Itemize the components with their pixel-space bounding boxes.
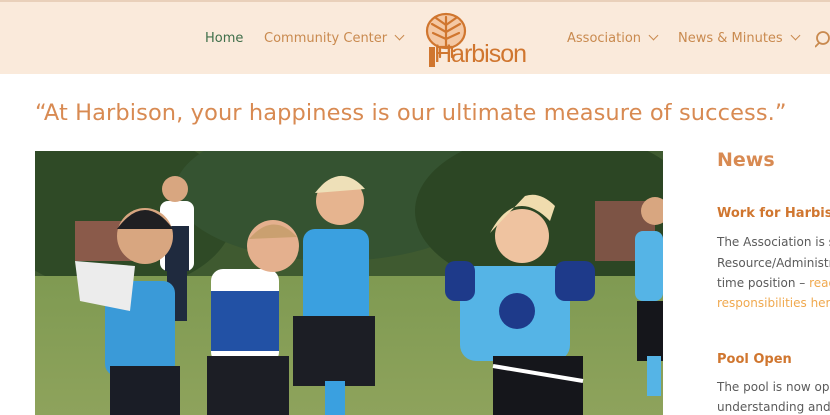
post-title-work[interactable]: Work for Harbis — [717, 206, 830, 221]
logo-text: Harbison — [434, 40, 527, 68]
search-icon[interactable] — [815, 30, 830, 48]
nav-community-center-label: Community Center — [264, 31, 388, 46]
site-logo[interactable]: Harbison — [420, 11, 544, 69]
news-heading: News — [717, 149, 775, 171]
nav-home[interactable]: Home — [205, 31, 243, 46]
chevron-down-icon — [648, 30, 659, 41]
post-excerpt-line: Resource/Administr — [717, 256, 830, 270]
post-excerpt-line: understanding and — [717, 400, 830, 414]
post-title-pool[interactable]: Pool Open — [717, 352, 792, 367]
post-excerpt-text: time position – — [717, 276, 810, 290]
read-more-link[interactable]: read — [809, 276, 830, 290]
hero-photo — [35, 151, 663, 415]
nav-community-center[interactable]: Community Center — [264, 30, 405, 46]
post-excerpt-line: time position – read — [717, 276, 830, 290]
nav-association-label: Association — [567, 31, 642, 46]
site-header: Home Community Center Harbison Associati… — [0, 0, 830, 74]
post-excerpt-line: The Association is s — [717, 235, 830, 249]
post-excerpt-line: responsibilities here — [717, 296, 830, 310]
chevron-down-icon — [790, 30, 801, 41]
responsibilities-link[interactable]: responsibilities here — [717, 296, 830, 310]
nav-association[interactable]: Association — [567, 30, 659, 46]
chevron-down-icon — [394, 30, 405, 41]
post-excerpt-line: The pool is now ope — [717, 380, 830, 394]
hero-quote: “At Harbison, your happiness is our ulti… — [35, 100, 787, 126]
nav-news-minutes[interactable]: News & Minutes — [678, 30, 801, 46]
nav-news-minutes-label: News & Minutes — [678, 31, 783, 46]
